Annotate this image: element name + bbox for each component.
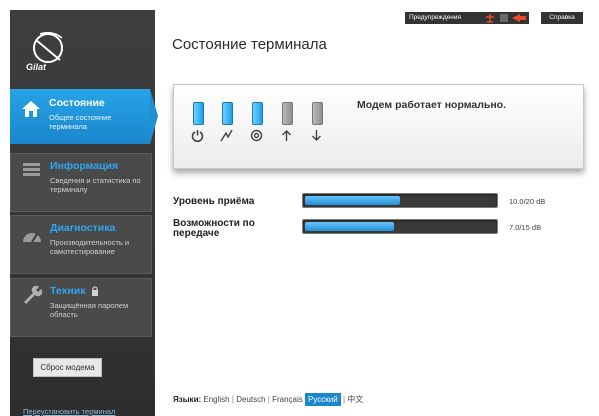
sidebar-item-desc: Защищённая паролем область [50,301,129,319]
page-title: Состояние терминала [172,36,327,53]
transmit-capability-fill [305,222,394,231]
at-icon [250,129,263,142]
signal-warning-icon [512,14,526,22]
sidebar-item-title: Состояние [49,97,105,109]
sidebar-item-title: Диагностика [50,222,116,234]
transmit-capability-value: 7.0/15 dB [509,223,542,232]
reception-level-bar [302,193,498,208]
warnings-label: Предупреждения [409,14,461,21]
lang-francais[interactable]: Français [272,395,303,404]
led-signal [222,102,233,125]
sidebar-item-technician[interactable]: Техник Защищённая паролем область [10,278,152,337]
sidebar-item-status[interactable]: Состояние Общее состояние терминала [10,89,158,144]
status-panel: Модем работает нормально. [173,84,584,169]
download-icon [312,130,321,141]
sidebar-item-title: Информация [50,160,119,172]
reception-level-label: Уровень приёма [173,196,255,207]
reinstall-terminal-link[interactable]: Переустановить терминал [23,407,115,416]
led-upload [282,102,293,125]
help-button[interactable]: Справка [541,12,583,24]
topbar: Предупреждения Справка [405,12,583,24]
signal-icon [220,129,233,142]
sidebar-item-diagnostics[interactable]: Диагностика Производительность и самотес… [10,215,152,274]
wrench-icon [24,285,43,304]
status-square-icon [500,14,508,22]
led-power [193,102,204,125]
list-icon [23,163,40,176]
sidebar-item-title: Техник [50,285,86,297]
gilat-logo: Gilat [26,62,47,72]
sidebar: Gilat Состояние Общее состояние терминал… [10,10,158,416]
transmit-capability-label: Возможности по передаче [173,218,255,239]
gauge-icon [23,233,41,243]
transmit-capability-bar [302,219,498,234]
home-icon [22,101,40,117]
lang-russian[interactable]: Русский [305,393,341,406]
led-network [252,102,263,125]
sidebar-item-desc: Сведения и статистика по терминалу [50,176,141,194]
languages-label: Языки: [173,395,202,404]
reception-level-fill [305,196,400,205]
power-icon [191,130,204,142]
lang-chinese[interactable]: 中文 [347,395,363,404]
lang-english[interactable]: English [203,395,229,404]
led-download [312,102,323,125]
lock-icon [92,286,98,296]
lang-deutsch[interactable]: Deutsch [236,395,265,404]
sidebar-item-desc: Общее состояние терминала [49,113,112,131]
status-message: Модем работает нормально. [357,99,507,111]
sidebar-item-desc: Производительность и самотестирование [50,238,130,256]
antenna-warning-icon [486,14,494,23]
sidebar-item-information[interactable]: Информация Сведения и статистика по терм… [10,153,152,212]
reset-modem-button[interactable]: Сброс модема [33,358,102,377]
language-selector: Языки: English | Deutsch | Français Русс… [173,393,364,406]
upload-icon [282,130,291,141]
warnings-button[interactable]: Предупреждения [405,12,529,24]
reception-level-value: 10.0/20 dB [509,197,546,206]
